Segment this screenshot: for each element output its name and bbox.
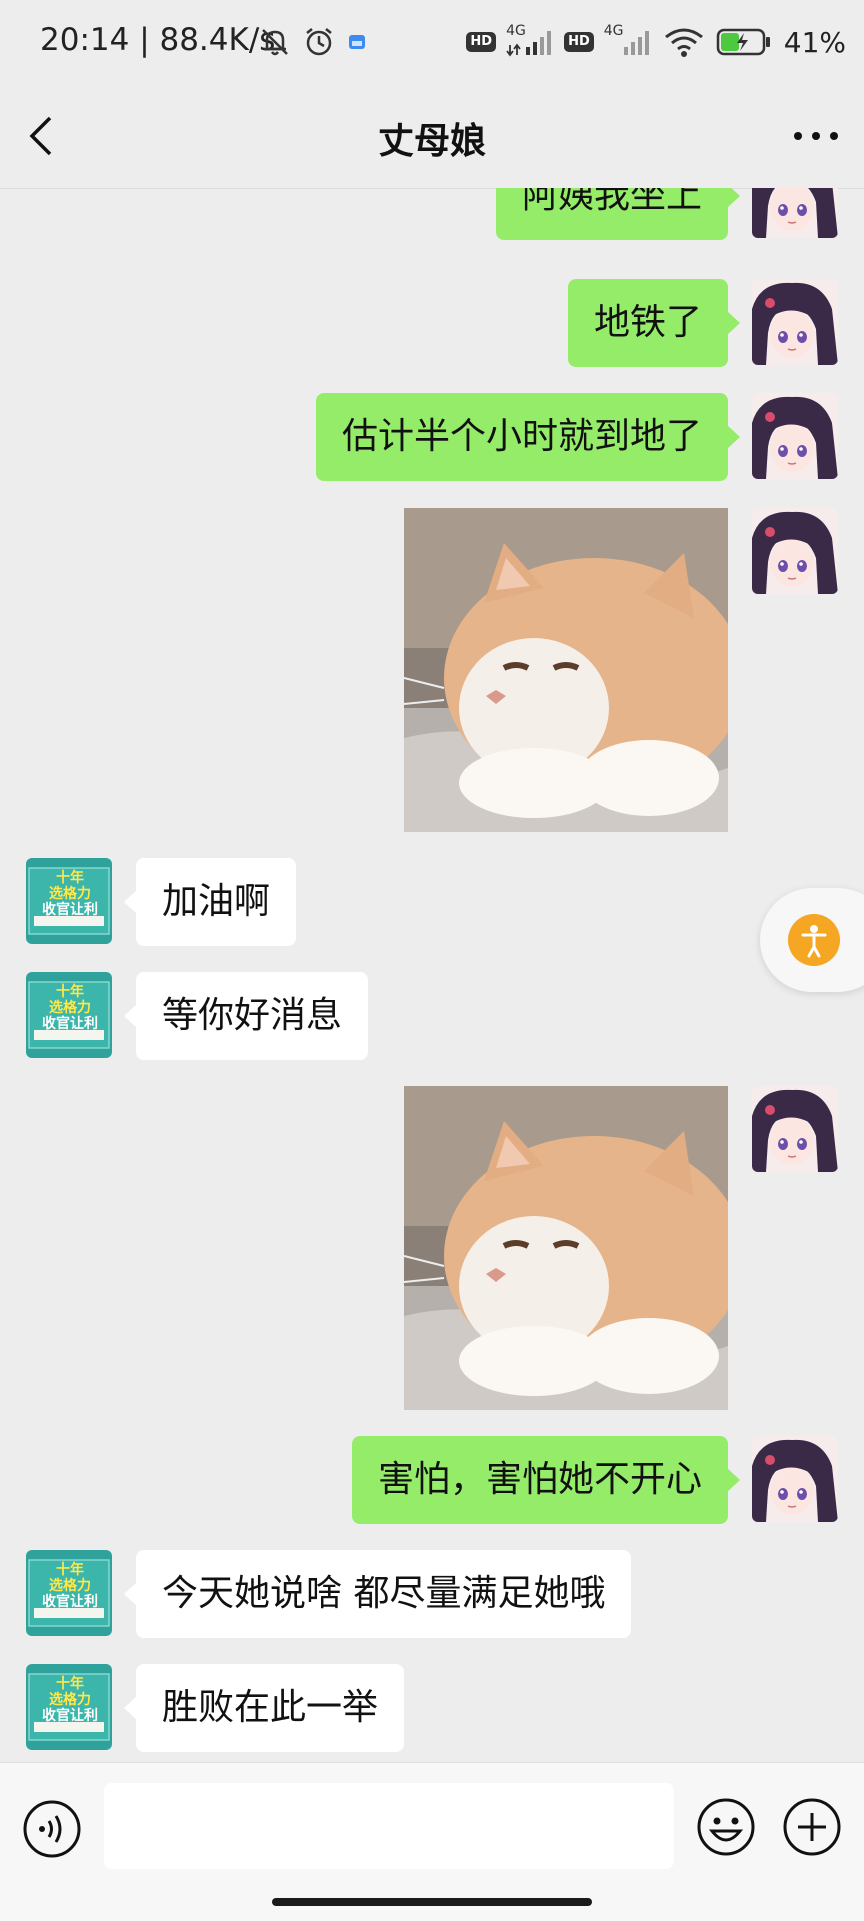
signal-icon-1: 4G — [506, 23, 554, 59]
chat-header: 丈母娘 — [0, 84, 864, 189]
accessibility-icon — [788, 914, 840, 966]
my-avatar[interactable] — [752, 508, 838, 594]
chat-message-list[interactable]: 阿姨我坐上 地铁了 估计半个小时就到地了 十年 选格力 收官让利 加油啊 十年 … — [0, 188, 864, 1762]
message-bubble-contact[interactable]: 加油啊 — [123, 858, 297, 946]
avatar-text-2: 选格力 — [49, 1578, 91, 1594]
hd-badge-2: HD — [564, 32, 594, 52]
voice-icon[interactable] — [22, 1799, 82, 1859]
message-bubble-contact[interactable]: 等你好消息 — [123, 972, 369, 1060]
my-avatar[interactable] — [752, 393, 838, 479]
my-avatar[interactable] — [752, 1436, 838, 1522]
chat-title: 丈母娘 — [377, 121, 486, 162]
contact-avatar-text: 十年 选格力 收官让利 — [30, 870, 110, 918]
avatar-text-3: 收官让利 — [42, 1016, 98, 1032]
message-bubble-contact[interactable]: 胜败在此一举 — [123, 1664, 405, 1752]
my-avatar[interactable] — [752, 188, 838, 238]
avatar-text-2: 选格力 — [49, 1000, 91, 1016]
avatar-text-1: 十年 — [56, 984, 84, 1000]
message-bubble-me[interactable]: 阿姨我坐上 — [495, 188, 741, 240]
battery-percent: 41% — [783, 25, 846, 59]
avatar-text-2: 选格力 — [49, 886, 91, 902]
avatar-text-1: 十年 — [56, 870, 84, 886]
message-text-input[interactable] — [104, 1783, 674, 1869]
message-bubble-contact[interactable]: 今天她说啥 都尽量满足她哦 — [123, 1550, 632, 1638]
contact-avatar-text: 十年 选格力 收官让利 — [30, 984, 110, 1032]
floating-accessibility-button[interactable] — [760, 888, 864, 992]
home-indicator[interactable] — [272, 1898, 592, 1906]
message-bubble-me[interactable]: 害怕，害怕她不开心 — [351, 1436, 741, 1524]
avatar-text-1: 十年 — [56, 1676, 84, 1692]
avatar-text-3: 收官让利 — [42, 902, 98, 918]
avatar-text-3: 收官让利 — [42, 1708, 98, 1724]
contact-avatar-text: 十年 选格力 收官让利 — [30, 1676, 110, 1724]
message-bubble-me[interactable]: 估计半个小时就到地了 — [315, 393, 741, 481]
wifi-icon — [664, 28, 703, 57]
status-icons-left — [258, 24, 368, 60]
cat-sticker-image[interactable] — [404, 508, 728, 832]
cat-sticker-image[interactable] — [404, 1086, 728, 1410]
signal-icon-2: 4G — [604, 23, 652, 59]
avatar-text-3: 收官让利 — [42, 1594, 98, 1610]
hd-badge-1: HD — [466, 32, 497, 52]
avatar-text-2: 选格力 — [49, 1692, 91, 1708]
mute-bell-icon — [262, 29, 288, 56]
message-bubble-me[interactable]: 地铁了 — [567, 279, 741, 367]
my-avatar[interactable] — [752, 279, 838, 365]
contact-avatar-text: 十年 选格力 收官让利 — [30, 1562, 110, 1610]
alarm-clock-icon — [306, 28, 332, 56]
status-icons-right: HD 4G HD 4G 41% — [466, 22, 846, 62]
my-avatar[interactable] — [752, 1086, 838, 1172]
battery-charging-icon — [716, 28, 770, 56]
emoji-icon[interactable] — [696, 1797, 756, 1857]
more-dots-icon[interactable] — [792, 128, 840, 144]
app-notification-icon — [349, 35, 365, 49]
status-time-speed: 20:14 | 88.4K/s — [40, 22, 276, 58]
plus-icon[interactable] — [782, 1797, 842, 1857]
avatar-text-1: 十年 — [56, 1562, 84, 1578]
status-bar: 20:14 | 88.4K/s HD 4G HD 4G 41% — [0, 0, 864, 84]
